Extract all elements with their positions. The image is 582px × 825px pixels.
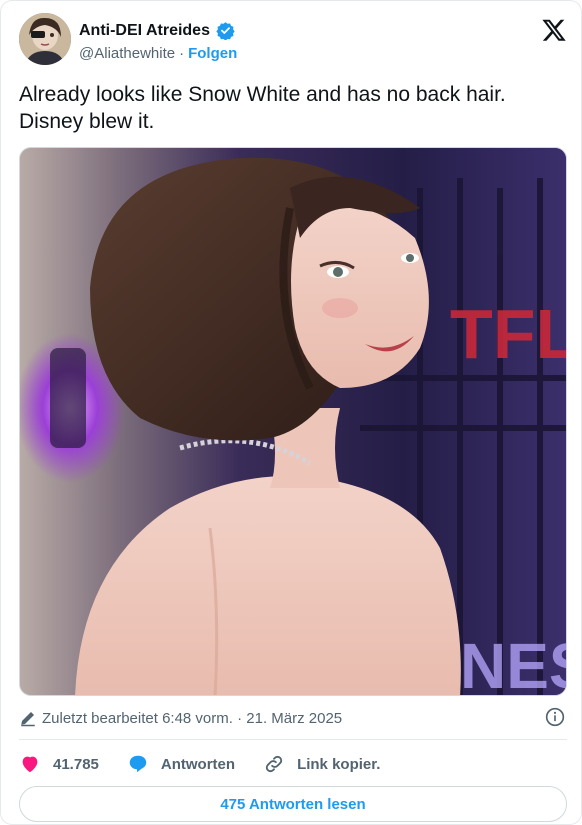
- tweet-text: Already looks like Snow White and has no…: [19, 81, 567, 135]
- x-logo-icon[interactable]: [541, 17, 567, 43]
- author-display-name[interactable]: Anti-DEI Atreides: [79, 22, 210, 40]
- reply-bubble-icon: [129, 755, 147, 773]
- divider: [19, 739, 567, 740]
- copy-link-button[interactable]: Link kopier.: [263, 753, 380, 775]
- background-sign-letters: TFL: [450, 295, 567, 373]
- tweet-text-line-1: Already looks like Snow White and has no…: [19, 83, 506, 106]
- follow-button[interactable]: Folgen: [188, 45, 237, 62]
- photo-illustration: TFL NESD: [20, 148, 567, 696]
- heart-icon: [22, 756, 38, 773]
- handle-separator: ·: [179, 45, 185, 62]
- tweet-text-line-2: Disney blew it.: [19, 110, 155, 133]
- tweet-photo[interactable]: TFL NESD: [19, 147, 567, 696]
- link-icon: [265, 755, 283, 773]
- author-name-row: Anti-DEI Atreides: [79, 21, 235, 41]
- pencil-icon: [19, 709, 37, 727]
- author-handle[interactable]: @Aliathewhite: [79, 45, 175, 62]
- info-icon[interactable]: [545, 707, 565, 727]
- like-count: 41.785: [53, 755, 99, 773]
- verified-badge-icon: [216, 21, 235, 41]
- tweet-header: Anti-DEI Atreides @Aliathewhite · Folgen: [19, 13, 567, 69]
- edited-timestamp[interactable]: Zuletzt bearbeitet 6:48 vorm. · 21. März…: [42, 710, 342, 727]
- reply-label: Antworten: [160, 755, 236, 773]
- author-handle-row: @Aliathewhite · Folgen: [79, 45, 237, 62]
- tweet-meta: Zuletzt bearbeitet 6:48 vorm. · 21. März…: [19, 707, 567, 729]
- copy-link-label: Link kopier.: [297, 755, 381, 773]
- reply-button[interactable]: Antworten: [127, 753, 235, 775]
- author-avatar[interactable]: [19, 13, 71, 65]
- read-replies-button[interactable]: 475 Antworten lesen: [19, 786, 567, 822]
- background-sign-letters-bottom: NESD: [460, 630, 567, 696]
- tweet-actions: 41.785 Antworten Link kopier.: [19, 752, 567, 776]
- like-button[interactable]: 41.785: [19, 753, 99, 775]
- tweet-card: Anti-DEI Atreides @Aliathewhite · Folgen…: [0, 0, 582, 825]
- avatar-illustration: [19, 13, 71, 65]
- read-replies-label: 475 Antworten lesen: [220, 795, 366, 813]
